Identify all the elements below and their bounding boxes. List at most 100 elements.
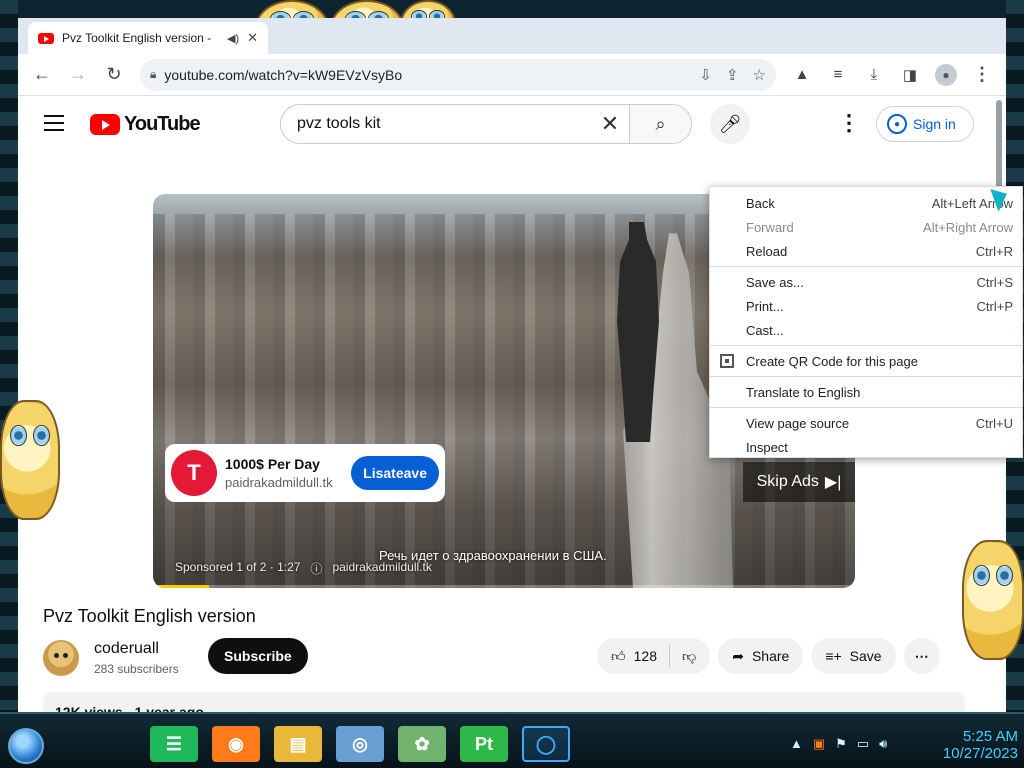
description-box[interactable]: 12K views 1 year ago	[43, 692, 965, 712]
ad-sponsored-label: Sponsored 1 of 2 · 1:27	[175, 560, 301, 574]
like-dislike-group: 👍︎ 128 👎︎	[597, 638, 711, 674]
menu-item-label: Save as...	[746, 274, 804, 290]
hamburger-menu-icon[interactable]	[44, 115, 64, 131]
volume-icon[interactable]: 🔊︎	[879, 736, 887, 752]
taskbar-app-chrome[interactable]: ◯	[522, 726, 570, 762]
forward-arrow-icon[interactable]: →	[62, 59, 94, 91]
menu-item[interactable]: Translate to English	[710, 380, 1022, 404]
menu-item-shortcut: Alt+Right Arrow	[923, 219, 1013, 235]
share-arrow-icon: ➦	[732, 647, 744, 664]
sticker-character-left	[0, 400, 60, 520]
search-input[interactable]	[281, 105, 591, 143]
menu-item-label: Back	[746, 195, 775, 211]
menu-item-shortcut: Ctrl+U	[975, 415, 1013, 431]
menu-item[interactable]: Cast...	[710, 318, 1022, 342]
search-box: ✕ ⌕	[280, 104, 692, 144]
video-actions: 👍︎ 128 👎︎ ➦ Share ≡+ Save ⋯	[597, 638, 940, 674]
taskbar-app-media-player[interactable]: ◎	[336, 726, 384, 762]
extension-icon[interactable]: ▲	[786, 59, 818, 91]
taskbar-app-pt-app[interactable]: Pt	[460, 726, 508, 762]
install-app-icon[interactable]: ⇩	[699, 66, 712, 84]
menu-item-shortcut: Ctrl+R	[975, 243, 1013, 259]
microphone-icon[interactable]: 🎤︎	[710, 104, 750, 144]
reload-icon[interactable]: ↻	[98, 59, 130, 91]
qr-code-icon	[720, 354, 734, 368]
desktop-border-left	[0, 0, 18, 710]
tab-title: Pvz Toolkit English version -	[62, 31, 212, 45]
network-icon[interactable]: ▭	[857, 736, 869, 752]
lock-icon[interactable]: 🔒︎	[150, 67, 156, 82]
taskbar-app-notes-app[interactable]: ☰	[150, 726, 198, 762]
tab-strip: Pvz Toolkit English version - ◀) ✕	[18, 18, 1006, 54]
info-icon[interactable]: ⓘ	[310, 560, 322, 577]
ad-progress-bar[interactable]	[153, 585, 855, 588]
ad-overlay-card[interactable]: T 1000$ Per Day paidrakadmildull.tk Lisa…	[165, 444, 445, 502]
menu-item-label: View page source	[746, 415, 850, 431]
browser-tab-youtube[interactable]: Pvz Toolkit English version - ◀) ✕	[28, 22, 268, 54]
upload-age: 1 year ago	[134, 704, 204, 712]
share-label: Share	[751, 648, 790, 664]
menu-item[interactable]: View page source Ctrl+U	[710, 411, 1022, 435]
taskbar-apps: ☰ ◉ ▤ ◎ ✿ Pt ◯	[150, 726, 570, 762]
subscriber-count: 283 subscribers	[94, 662, 179, 676]
side-panel-icon[interactable]: ◨	[894, 59, 926, 91]
subscribe-button[interactable]: Subscribe	[208, 638, 308, 674]
save-label: Save	[849, 648, 882, 664]
clock-time: 5:25 AM	[962, 728, 1018, 745]
profile-avatar[interactable]: ●	[930, 59, 962, 91]
menu-item[interactable]: Back Alt+Left Arrow	[710, 191, 1022, 215]
channel-row: coderuall 283 subscribers Subscribe 👍︎ 1…	[43, 636, 973, 676]
share-button[interactable]: ➦ Share	[718, 638, 804, 674]
menu-item[interactable]: Print... Ctrl+P	[710, 294, 1022, 318]
thumbs-up-icon[interactable]: 👍︎	[611, 648, 626, 665]
ad-meta-domain[interactable]: paidrakadmildull.tk	[332, 560, 431, 577]
youtube-logo-icon	[90, 114, 120, 135]
menu-item[interactable]: Save as... Ctrl+S	[710, 270, 1022, 294]
tray-app-icon[interactable]: ▣	[813, 736, 825, 752]
search-icon[interactable]: ⌕	[629, 105, 691, 143]
back-arrow-icon[interactable]: ←	[26, 59, 58, 91]
youtube-logo-text: YouTube	[124, 113, 201, 135]
start-orb-icon[interactable]	[8, 728, 44, 764]
menu-item[interactable]: Inspect	[710, 435, 1022, 459]
menu-item[interactable]: Reload Ctrl+R	[710, 239, 1022, 263]
channel-avatar[interactable]	[43, 640, 79, 676]
close-icon[interactable]: ✕	[247, 30, 258, 46]
like-count[interactable]: 128	[634, 648, 657, 664]
ad-meta: Sponsored 1 of 2 · 1:27 ⓘ paidrakadmildu…	[175, 560, 432, 577]
speaker-icon[interactable]: ◀)	[227, 32, 239, 45]
settings-kebab-icon[interactable]: ⋮	[838, 110, 860, 136]
clear-search-icon[interactable]: ✕	[591, 105, 629, 143]
action-center-flag-icon[interactable]: ⚑	[835, 736, 847, 752]
media-control-icon[interactable]: ≡	[822, 59, 854, 91]
downloads-icon[interactable]: ⤓	[858, 59, 890, 91]
ad-domain[interactable]: paidrakadmildull.tk	[225, 475, 343, 490]
skip-ads-button[interactable]: Skip Ads ▶|	[743, 462, 855, 502]
save-button[interactable]: ≡+ Save	[811, 638, 896, 674]
bookmark-star-icon[interactable]: ☆	[753, 66, 766, 84]
thumbs-down-icon[interactable]: 👎︎	[682, 648, 696, 665]
youtube-logo[interactable]: YouTube	[90, 113, 201, 136]
clock[interactable]: 5:25 AM 10/27/2023	[943, 728, 1018, 762]
menu-item-label: Translate to English	[746, 384, 861, 400]
advertiser-logo[interactable]: T	[171, 450, 217, 496]
account-icon: ●	[887, 114, 907, 134]
browser-toolbar: ← → ↻ 🔒︎ youtube.com/watch?v=kW9EVzVsyBo…	[18, 54, 1006, 96]
menu-separator	[710, 345, 1022, 346]
taskbar-app-photo-app[interactable]: ✿	[398, 726, 446, 762]
taskbar-app-file-explorer[interactable]: ▤	[274, 726, 322, 762]
channel-name[interactable]: coderuall	[94, 640, 159, 658]
sign-in-button[interactable]: ● Sign in	[876, 106, 974, 142]
show-hidden-icons-icon[interactable]: ▲	[790, 736, 803, 752]
menu-item[interactable]: Forward Alt+Right Arrow	[710, 215, 1022, 239]
ad-cta-button[interactable]: Lisateave	[351, 456, 439, 490]
address-bar[interactable]: 🔒︎ youtube.com/watch?v=kW9EVzVsyBo ⇩ ⇪ ☆	[140, 58, 776, 91]
menu-separator	[710, 376, 1022, 377]
browser-menu-icon[interactable]: ⋮	[966, 59, 998, 91]
url-text[interactable]: youtube.com/watch?v=kW9EVzVsyBo	[164, 67, 691, 83]
ad-title[interactable]: 1000$ Per Day	[225, 456, 343, 472]
taskbar-app-firefox[interactable]: ◉	[212, 726, 260, 762]
menu-item[interactable]: Create QR Code for this page	[710, 349, 1022, 373]
share-icon[interactable]: ⇪	[726, 66, 739, 84]
more-actions-icon[interactable]: ⋯	[903, 638, 940, 674]
